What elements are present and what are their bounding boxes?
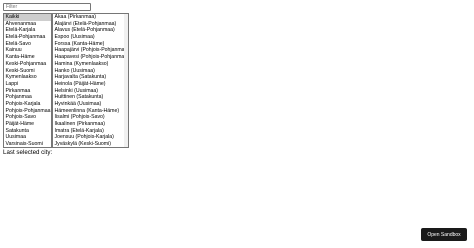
city-option[interactable]: Hyvinkää (Uusimaa) — [53, 101, 128, 108]
city-list-scrollbar[interactable] — [124, 14, 128, 147]
city-list: Akaa (Pirkanmaa) Alajärvi (Etelä-Pohjanma… — [53, 14, 129, 147]
city-option[interactable]: Haapavesi (Pohjois-Pohjanmaa) — [53, 54, 129, 61]
open-sandbox-button[interactable]: Open Sandbox — [421, 228, 467, 241]
region-option[interactable]: Pohjois-Pohjanmaa — [4, 108, 51, 115]
city-option[interactable]: Hämeenlinna (Kanta-Häme) — [53, 108, 128, 115]
city-option[interactable]: Akaa (Pirkanmaa) — [53, 14, 128, 21]
city-option[interactable]: Jyväskylä (Keski-Suomi) — [53, 141, 128, 147]
city-option[interactable]: Imatra (Etelä-Karjala) — [53, 128, 128, 135]
region-option[interactable]: Lappi — [4, 81, 51, 88]
filter-input[interactable] — [3, 3, 91, 11]
region-option[interactable]: Pohjois-Karjala — [4, 101, 51, 108]
region-option[interactable]: Uusimaa — [4, 134, 51, 141]
region-option[interactable]: Keski-Suomi — [4, 68, 51, 75]
city-option[interactable]: Forssa (Kanta-Häme) — [53, 41, 128, 48]
last-selected-label: Last selected city: — [3, 149, 53, 156]
region-option[interactable]: Keski-Pohjanmaa — [4, 61, 51, 68]
city-option[interactable]: Heinola (Päijät-Häme) — [53, 81, 128, 88]
city-option[interactable]: Hamina (Kymenlaakso) — [53, 61, 128, 68]
region-option[interactable]: Kymenlaakso — [4, 74, 51, 81]
region-option[interactable]: Päijät-Häme — [4, 121, 51, 128]
region-option[interactable]: Kanta-Häme — [4, 54, 51, 61]
region-option[interactable]: Pohjanmaa — [4, 94, 51, 101]
city-listbox[interactable]: Akaa (Pirkanmaa) Alajärvi (Etelä-Pohjanma… — [52, 13, 129, 148]
region-option[interactable]: Pirkanmaa — [4, 88, 51, 95]
city-option[interactable]: Helsinki (Uusimaa) — [53, 88, 128, 95]
city-option[interactable]: Espoo (Uusimaa) — [53, 34, 128, 41]
city-option[interactable]: Iisalmi (Pohjois-Savo) — [53, 114, 128, 121]
city-option[interactable]: Hanko (Uusimaa) — [53, 68, 128, 75]
city-option[interactable]: Alajärvi (Etelä-Pohjanmaa) — [53, 21, 128, 28]
region-option[interactable]: Varsinais-Suomi — [4, 141, 51, 147]
city-option[interactable]: Ikaalinen (Pirkanmaa) — [53, 121, 128, 128]
region-option[interactable]: Pohjois-Savo — [4, 114, 51, 121]
region-option[interactable]: Etelä-Pohjanmaa — [4, 34, 51, 41]
region-option[interactable]: Kainuu — [4, 47, 51, 54]
last-selected-city: Last selected city: — [3, 149, 52, 156]
region-option[interactable]: Etelä-Savo — [4, 41, 51, 48]
region-option[interactable]: Satakunta — [4, 128, 51, 135]
region-list: Kaikki Ahvenanmaa Etelä-Karjala Etelä-Pohja… — [4, 14, 51, 147]
city-option[interactable]: Joensuu (Pohjois-Karjala) — [53, 134, 128, 141]
region-option[interactable]: Etelä-Karjala — [4, 27, 51, 34]
region-option[interactable]: Ahvenanmaa — [4, 21, 51, 28]
city-option[interactable]: Harjavalta (Satakunta) — [53, 74, 128, 81]
city-option[interactable]: Alavus (Etelä-Pohjanmaa) — [53, 27, 128, 34]
region-listbox[interactable]: Kaikki Ahvenanmaa Etelä-Karjala Etelä-Pohja… — [3, 13, 52, 148]
city-option[interactable]: Huittinen (Satakunta) — [53, 94, 128, 101]
city-option[interactable]: Haapajärvi (Pohjois-Pohjanmaa) — [53, 47, 129, 54]
region-option[interactable]: Kaikki — [4, 14, 51, 21]
